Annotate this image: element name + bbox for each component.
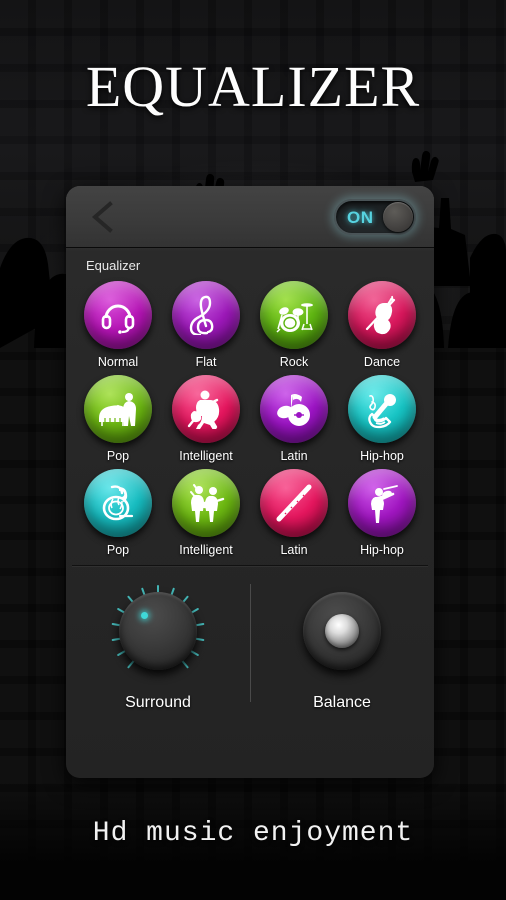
preset-label: Dance	[363, 355, 401, 369]
controls-section: Surround Balance	[66, 566, 434, 728]
preset-label: Intelligent	[179, 449, 233, 463]
treble-clef-icon	[189, 295, 214, 335]
preset-orb[interactable]	[172, 375, 240, 443]
surround-label: Surround	[125, 694, 191, 711]
preset-pop-1[interactable]: Pop	[74, 373, 162, 463]
preset-orb[interactable]	[348, 469, 416, 537]
note-disc-icon	[277, 394, 310, 426]
preset-orb[interactable]	[172, 469, 240, 537]
balance-label: Balance	[313, 694, 371, 711]
preset-label: Intelligent	[179, 543, 233, 557]
piano-singer-icon	[99, 393, 136, 426]
equalizer-panel: ON Equalizer Normal Flat Rock Dance Pop …	[66, 186, 434, 778]
preset-pop-2[interactable]: Pop	[74, 467, 162, 557]
app-title: EQUALIZER	[85, 54, 421, 119]
preset-intelligent-2[interactable]: Intelligent	[162, 467, 250, 557]
french-horn-icon	[102, 485, 134, 521]
preset-orb[interactable]	[84, 281, 152, 349]
panel-header: ON	[66, 186, 434, 248]
preset-hiphop-1[interactable]: Hip-hop	[338, 373, 426, 463]
section-label-equalizer: Equalizer	[86, 258, 141, 273]
preset-latin-1[interactable]: Latin	[250, 373, 338, 463]
surround-indicator-dot	[141, 612, 148, 619]
preset-orb[interactable]	[172, 281, 240, 349]
drum-kit-icon	[276, 303, 313, 333]
microphone-icon	[368, 394, 396, 429]
preset-orb[interactable]	[348, 281, 416, 349]
preset-orb[interactable]	[260, 375, 328, 443]
preset-orb[interactable]	[260, 469, 328, 537]
app-screen: EQUALIZER ON Equalizer Normal Flat Rock …	[0, 0, 506, 900]
preset-label: Pop	[106, 449, 130, 463]
preset-orb[interactable]	[84, 375, 152, 443]
preset-hiphop-2[interactable]: Hip-hop	[338, 467, 426, 557]
power-toggle-label: ON	[347, 208, 374, 227]
surround-knob[interactable]	[119, 592, 197, 670]
preset-label: Hip-hop	[360, 543, 404, 557]
flute-icon	[276, 484, 312, 522]
preset-label: Normal	[97, 355, 139, 369]
preset-normal[interactable]: Normal	[74, 279, 162, 369]
power-toggle[interactable]: ON	[334, 199, 416, 235]
band-icon	[190, 484, 225, 522]
violin-icon	[365, 295, 396, 335]
preset-label: Rock	[279, 355, 309, 369]
preset-label: Pop	[106, 543, 130, 557]
preset-intelligent-1[interactable]: Intelligent	[162, 373, 250, 463]
balance-knob-center	[325, 614, 359, 648]
preset-flat[interactable]: Flat	[162, 279, 250, 369]
preset-dance[interactable]: Dance	[338, 279, 426, 369]
surround-knob-wrap[interactable]	[103, 580, 213, 690]
balance-knob-wrap[interactable]	[287, 580, 397, 690]
tagline: Hd music enjoyment	[92, 818, 414, 849]
preset-label: Flat	[195, 355, 217, 369]
preset-orb[interactable]	[348, 375, 416, 443]
preset-orb[interactable]	[84, 469, 152, 537]
preset-grid: Normal Flat Rock Dance Pop Intelligent L…	[66, 279, 434, 557]
violinist-icon	[371, 485, 398, 523]
guitarist-icon	[187, 390, 220, 429]
balance-control: Balance	[250, 580, 434, 728]
preset-label: Latin	[280, 543, 308, 557]
surround-control: Surround	[66, 580, 250, 728]
preset-latin-2[interactable]: Latin	[250, 467, 338, 557]
headphones-icon	[101, 304, 135, 334]
preset-orb[interactable]	[260, 281, 328, 349]
preset-label: Hip-hop	[360, 449, 404, 463]
power-toggle-knob[interactable]	[383, 202, 413, 232]
preset-label: Latin	[280, 449, 308, 463]
back-chevron-icon[interactable]	[88, 200, 118, 234]
preset-rock[interactable]: Rock	[250, 279, 338, 369]
